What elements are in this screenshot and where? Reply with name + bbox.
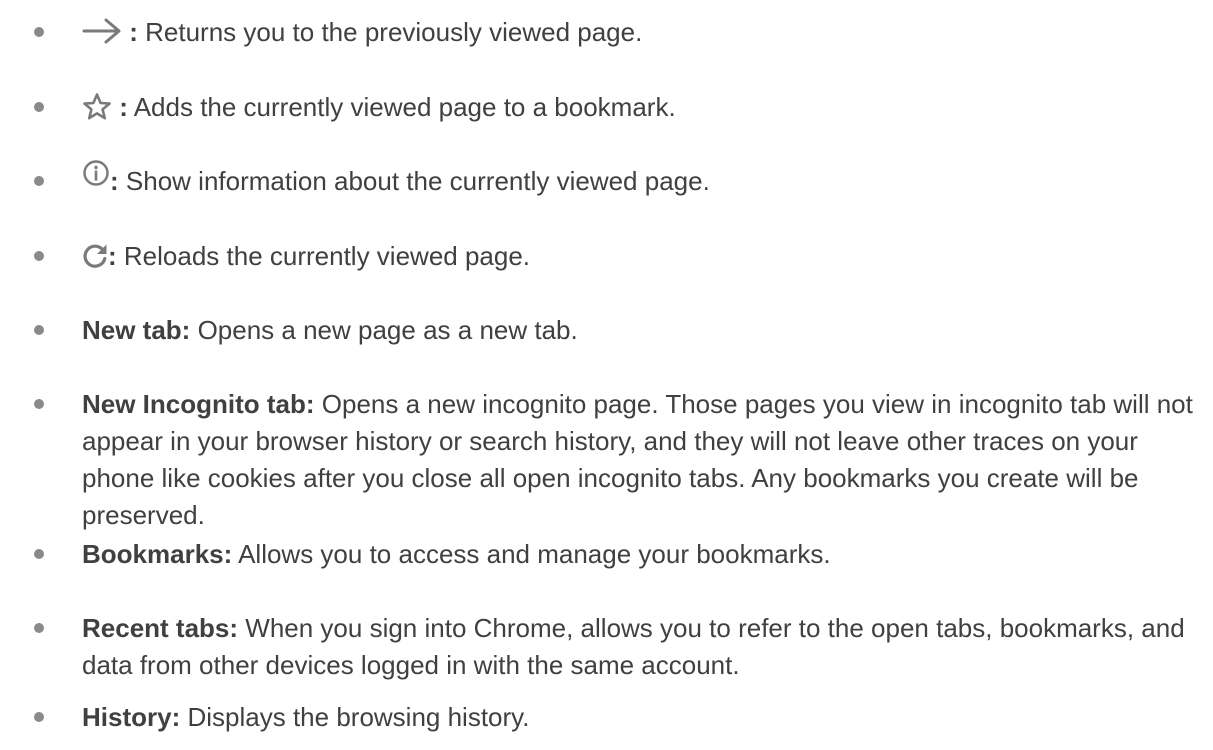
item-term: New Incognito tab: xyxy=(82,389,315,419)
separator: : xyxy=(129,17,138,47)
separator: : xyxy=(108,241,117,271)
item-content: Bookmarks: Allows you to access and mana… xyxy=(82,536,1203,572)
item-content: New Incognito tab: Opens a new incognito… xyxy=(82,386,1203,534)
item-term: Recent tabs: xyxy=(82,613,239,643)
item-description: Returns you to the previously viewed pag… xyxy=(145,17,643,47)
separator: : xyxy=(119,92,128,122)
item-content: : Reloads the currently viewed page. xyxy=(82,238,1203,274)
item-content: : Adds the currently viewed page to a bo… xyxy=(82,89,1203,125)
item-description: When you sign into Chrome, allows you to… xyxy=(82,613,1185,680)
info-circle-icon xyxy=(82,159,110,187)
bullet xyxy=(34,325,44,335)
bullet xyxy=(34,399,44,409)
bullet xyxy=(34,549,44,559)
item-description: Show information about the currently vie… xyxy=(125,166,710,196)
separator: : xyxy=(110,166,119,196)
item-content: : Show information about the currently v… xyxy=(82,160,1203,199)
item-description: Displays the browsing history. xyxy=(187,702,530,732)
bullet xyxy=(34,623,44,633)
star-outline-icon xyxy=(82,92,112,122)
bullet xyxy=(34,251,44,261)
item-content: New tab: Opens a new page as a new tab. xyxy=(82,312,1203,348)
bullet xyxy=(34,27,44,37)
reload-icon xyxy=(82,242,108,270)
item-content: Recent tabs: When you sign into Chrome, … xyxy=(82,610,1203,684)
item-term: New tab: xyxy=(82,315,191,345)
bullet xyxy=(34,102,44,112)
item-description: Adds the currently viewed page to a book… xyxy=(133,92,676,122)
item-description: Allows you to access and manage your boo… xyxy=(238,539,831,569)
bullet xyxy=(34,176,44,186)
item-term: Bookmarks: xyxy=(82,539,233,569)
bullet xyxy=(34,712,44,722)
item-description: Reloads the currently viewed page. xyxy=(123,241,531,271)
forward-arrow-icon xyxy=(82,18,122,44)
item-content: : Returns you to the previously viewed p… xyxy=(82,14,1203,50)
item-description: Opens a new page as a new tab. xyxy=(197,315,578,345)
item-content: History: Displays the browsing history. xyxy=(82,699,1203,735)
item-term: History: xyxy=(82,702,181,732)
